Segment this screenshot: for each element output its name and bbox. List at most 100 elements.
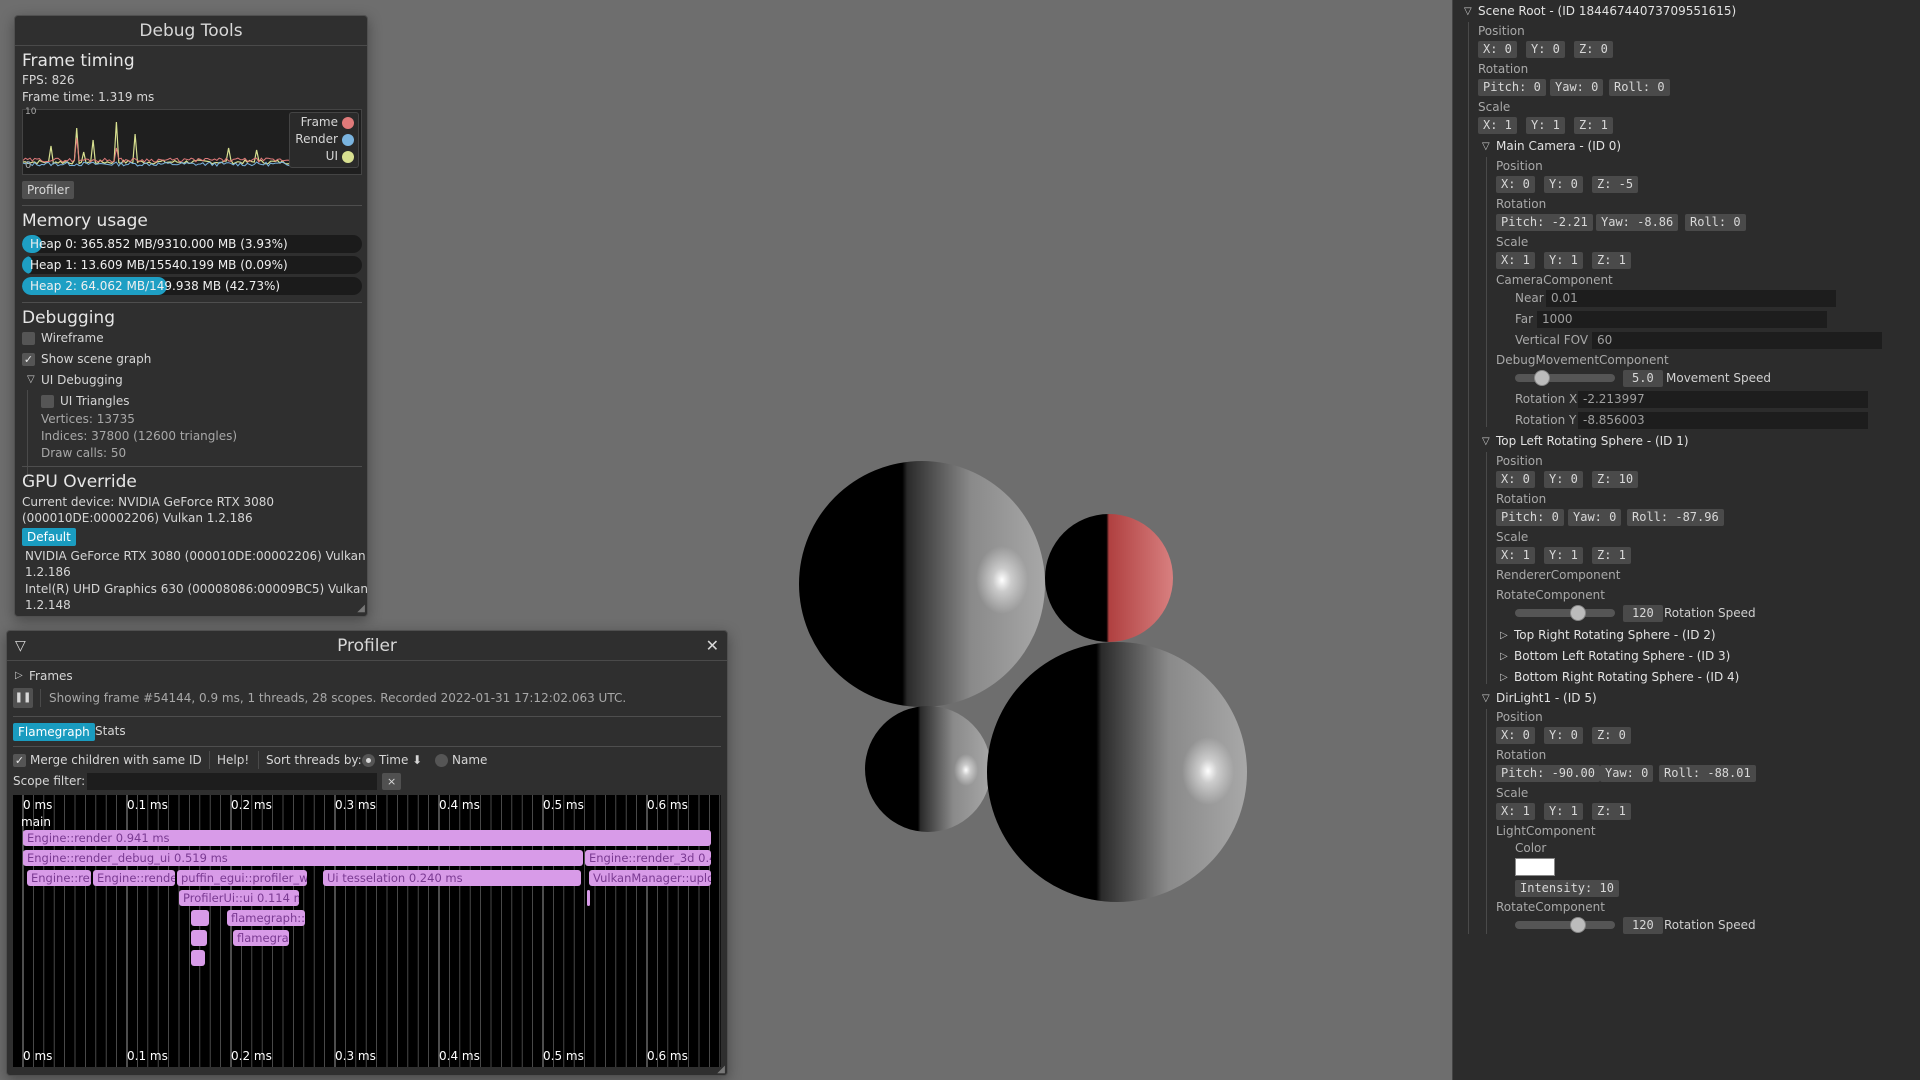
resize-handle-icon[interactable]: ◢ <box>717 1064 725 1075</box>
root-scale-y[interactable]: Y: 1 <box>1526 117 1565 134</box>
collapse-triangle-icon[interactable]: ▽ <box>1464 6 1472 17</box>
light-rot-pitch[interactable]: Pitch: -90.00 <box>1496 765 1600 782</box>
movement-speed-slider[interactable] <box>1515 374 1615 382</box>
profiler-title-bar[interactable]: Profiler ▽ ✕ <box>7 631 727 661</box>
profiler-button[interactable]: Profiler <box>22 181 75 199</box>
sphere-pos-z[interactable]: Z: 10 <box>1592 471 1639 488</box>
light-scale-x[interactable]: X: 1 <box>1496 803 1535 820</box>
show-scene-graph-label[interactable]: Show scene graph <box>41 352 151 366</box>
sphere-rot-roll[interactable]: Roll: -87.96 <box>1627 509 1724 526</box>
debug-tools-title[interactable]: Debug Tools <box>15 16 367 46</box>
collapse-triangle-icon[interactable]: ▽ <box>1482 693 1490 704</box>
camera-scale-y[interactable]: Y: 1 <box>1544 252 1583 269</box>
camera-pos-y[interactable]: Y: 0 <box>1544 176 1583 193</box>
sphere-scale-y[interactable]: Y: 1 <box>1544 547 1583 564</box>
light-pos-x[interactable]: X: 0 <box>1496 727 1535 744</box>
scope-filter-input[interactable] <box>87 773 377 790</box>
rotation-speed-value[interactable]: 120 <box>1623 605 1663 622</box>
clear-filter-button[interactable]: × <box>382 773 402 790</box>
light-color-swatch[interactable] <box>1515 858 1555 876</box>
tab-stats[interactable]: Stats <box>95 724 126 738</box>
scope-engine-2[interactable]: Engine::render <box>93 870 175 886</box>
resize-handle-icon[interactable]: ◢ <box>357 603 365 614</box>
expand-triangle-icon[interactable]: ▷ <box>1500 651 1508 662</box>
light-pos-z[interactable]: Z: 0 <box>1592 727 1631 744</box>
close-icon[interactable]: ✕ <box>706 631 719 661</box>
debug-tools-window[interactable]: Debug Tools Frame timing FPS: 826 Frame … <box>14 15 368 617</box>
rotation-y-input[interactable]: -8.856003 <box>1578 412 1868 429</box>
scope-render-debug-ui[interactable]: Engine::render_debug_ui 0.519 ms <box>23 850 583 866</box>
show-scene-graph-checkbox[interactable]: ✓ <box>22 353 35 366</box>
camera-rot-yaw[interactable]: Yaw: -8.86 <box>1596 214 1679 231</box>
sphere-rot-yaw[interactable]: Yaw: 0 <box>1568 509 1622 526</box>
merge-children-checkbox[interactable]: ✓ <box>13 754 26 767</box>
scope-puffin-profiler[interactable]: puffin_egui::profiler_w <box>177 870 307 886</box>
vertical-fov-input[interactable]: 60 <box>1592 332 1882 349</box>
light-rot-yaw[interactable]: Yaw: 0 <box>1600 765 1654 782</box>
camera-scale-z[interactable]: Z: 1 <box>1592 252 1631 269</box>
intensity-value[interactable]: Intensity: 10 <box>1515 880 1619 897</box>
pause-button[interactable]: ❚❚ <box>13 688 33 708</box>
sphere-scale-z[interactable]: Z: 1 <box>1592 547 1631 564</box>
scope-small[interactable] <box>587 890 590 906</box>
sphere-pos-x[interactable]: X: 0 <box>1496 471 1535 488</box>
camera-rot-roll[interactable]: Roll: 0 <box>1685 214 1746 231</box>
scope-profiler-ui[interactable]: ProfilerUi::ui 0.114 m <box>179 890 299 906</box>
dirlight-header[interactable]: DirLight1 - (ID 5) <box>1496 691 1597 705</box>
camera-pos-z[interactable]: Z: -5 <box>1592 176 1639 193</box>
root-scale-x[interactable]: X: 1 <box>1478 117 1517 134</box>
expand-triangle-icon[interactable]: ▷ <box>1500 630 1508 641</box>
light-scale-z[interactable]: Z: 1 <box>1592 803 1631 820</box>
top-right-sphere-header[interactable]: Top Right Rotating Sphere - (ID 2) <box>1514 628 1716 642</box>
gpu-option-intel-line2[interactable]: 1.2.148 <box>25 598 71 612</box>
gpu-option-intel-line1[interactable]: Intel(R) UHD Graphics 630 (00008086:0000… <box>25 582 368 596</box>
sphere-rot-pitch[interactable]: Pitch: 0 <box>1496 509 1564 526</box>
ui-triangles-label[interactable]: UI Triangles <box>60 394 130 408</box>
scene-graph-panel[interactable]: ▽ Scene Root - (ID 18446744073709551615)… <box>1452 0 1920 1080</box>
root-scale-z[interactable]: Z: 1 <box>1574 117 1613 134</box>
light-rotation-speed-knob[interactable] <box>1570 917 1586 933</box>
scope-vulkan-upload[interactable]: VulkanManager::upload <box>589 870 711 886</box>
scope-small[interactable] <box>191 950 205 966</box>
profiler-window[interactable]: Profiler ▽ ✕ ▷ Frames ❚❚ Showing frame #… <box>6 630 728 1076</box>
far-input[interactable]: 1000 <box>1537 311 1827 328</box>
rotation-speed-knob[interactable] <box>1570 605 1586 621</box>
root-rot-yaw[interactable]: Yaw: 0 <box>1550 79 1604 96</box>
wireframe-checkbox[interactable] <box>22 332 35 345</box>
scope-ui-tesselation[interactable]: Ui tesselation 0.240 ms <box>323 870 581 886</box>
main-camera-header[interactable]: Main Camera - (ID 0) <box>1496 139 1621 153</box>
scope-engine-render[interactable]: Engine::render 0.941 ms <box>23 830 711 846</box>
scope-flamegraph-2[interactable]: flamegra <box>233 930 289 946</box>
rotation-speed-slider[interactable] <box>1515 609 1615 617</box>
light-rot-roll[interactable]: Roll: -88.01 <box>1659 765 1756 782</box>
scope-engine-1[interactable]: Engine::rer <box>27 870 91 886</box>
sphere-scale-x[interactable]: X: 1 <box>1496 547 1535 564</box>
movement-speed-knob[interactable] <box>1534 370 1550 386</box>
bottom-left-sphere-header[interactable]: Bottom Left Rotating Sphere - (ID 3) <box>1514 649 1730 663</box>
gpu-option-nvidia-line1[interactable]: NVIDIA GeForce RTX 3080 (000010DE:000022… <box>25 549 366 563</box>
ui-debugging-header[interactable]: UI Debugging <box>41 373 123 387</box>
root-pos-z[interactable]: Z: 0 <box>1574 41 1613 58</box>
light-pos-y[interactable]: Y: 0 <box>1544 727 1583 744</box>
movement-speed-value[interactable]: 5.0 <box>1623 370 1663 387</box>
help-button[interactable]: Help! <box>217 753 249 767</box>
bottom-right-sphere-header[interactable]: Bottom Right Rotating Sphere - (ID 4) <box>1514 670 1739 684</box>
sphere-pos-y[interactable]: Y: 0 <box>1544 471 1583 488</box>
gpu-option-nvidia-line2[interactable]: 1.2.186 <box>25 565 71 579</box>
frame-time-graph[interactable]: 10 0 Frame Render UI <box>22 107 362 175</box>
scope-small[interactable] <box>191 910 209 926</box>
collapse-triangle-icon[interactable]: ▽ <box>15 631 26 661</box>
collapse-triangle-icon[interactable]: ▽ <box>1482 141 1490 152</box>
root-rot-roll[interactable]: Roll: 0 <box>1609 79 1670 96</box>
sort-name-label[interactable]: Name <box>452 753 487 767</box>
root-pos-x[interactable]: X: 0 <box>1478 41 1517 58</box>
frames-header[interactable]: Frames <box>29 669 73 683</box>
camera-pos-x[interactable]: X: 0 <box>1496 176 1535 193</box>
near-input[interactable]: 0.01 <box>1546 290 1836 307</box>
camera-scale-x[interactable]: X: 1 <box>1496 252 1535 269</box>
scope-flamegraph-1[interactable]: flamegraph:: <box>227 910 305 926</box>
sort-time-label[interactable]: Time ⬇ <box>379 753 422 767</box>
light-rotation-speed-slider[interactable] <box>1515 921 1615 929</box>
tab-flamegraph[interactable]: Flamegraph <box>13 723 95 741</box>
ui-triangles-checkbox[interactable] <box>41 395 54 408</box>
